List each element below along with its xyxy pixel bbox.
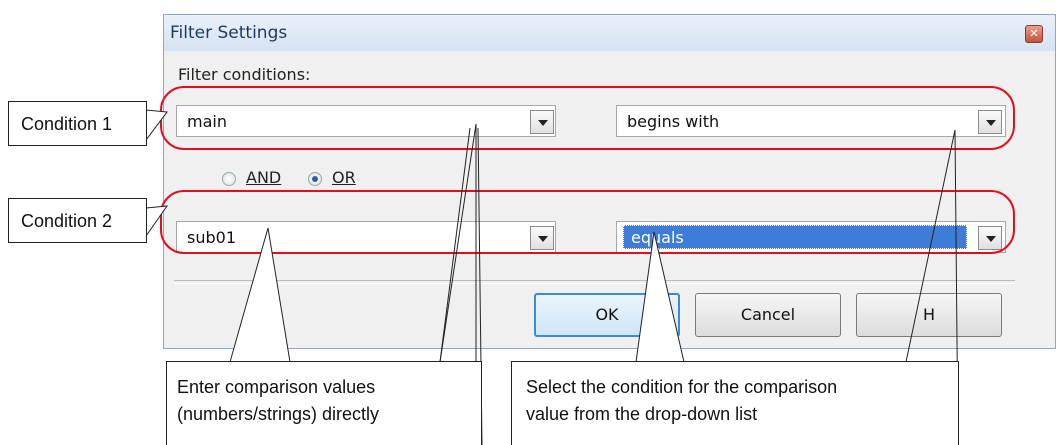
left-note-callout: Enter comparison values (numbers/strings… (166, 361, 482, 445)
condition2-callout-text: Condition 2 (21, 211, 113, 231)
condition1-callout-text: Condition 1 (21, 114, 113, 134)
left-note-line-2: (numbers/strings) directly (177, 404, 380, 424)
condition2-pointer (145, 205, 169, 238)
right-note-pointer-1 (635, 231, 685, 363)
right-note-pointer-line-a (905, 129, 956, 363)
left-note-line-1: Enter comparison values (177, 377, 376, 397)
right-note-line-1: Select the condition for the comparison (526, 377, 838, 397)
condition1-callout: Condition 1 (8, 101, 147, 146)
left-note-pointer-line-a (439, 127, 471, 363)
right-note-callout: Select the condition for the comparison … (511, 361, 959, 445)
condition1-pointer (145, 109, 168, 142)
condition2-callout: Condition 2 (8, 198, 147, 243)
right-note-line-2: value from the drop-down list (526, 404, 758, 424)
left-note-pointer-1 (229, 227, 291, 363)
